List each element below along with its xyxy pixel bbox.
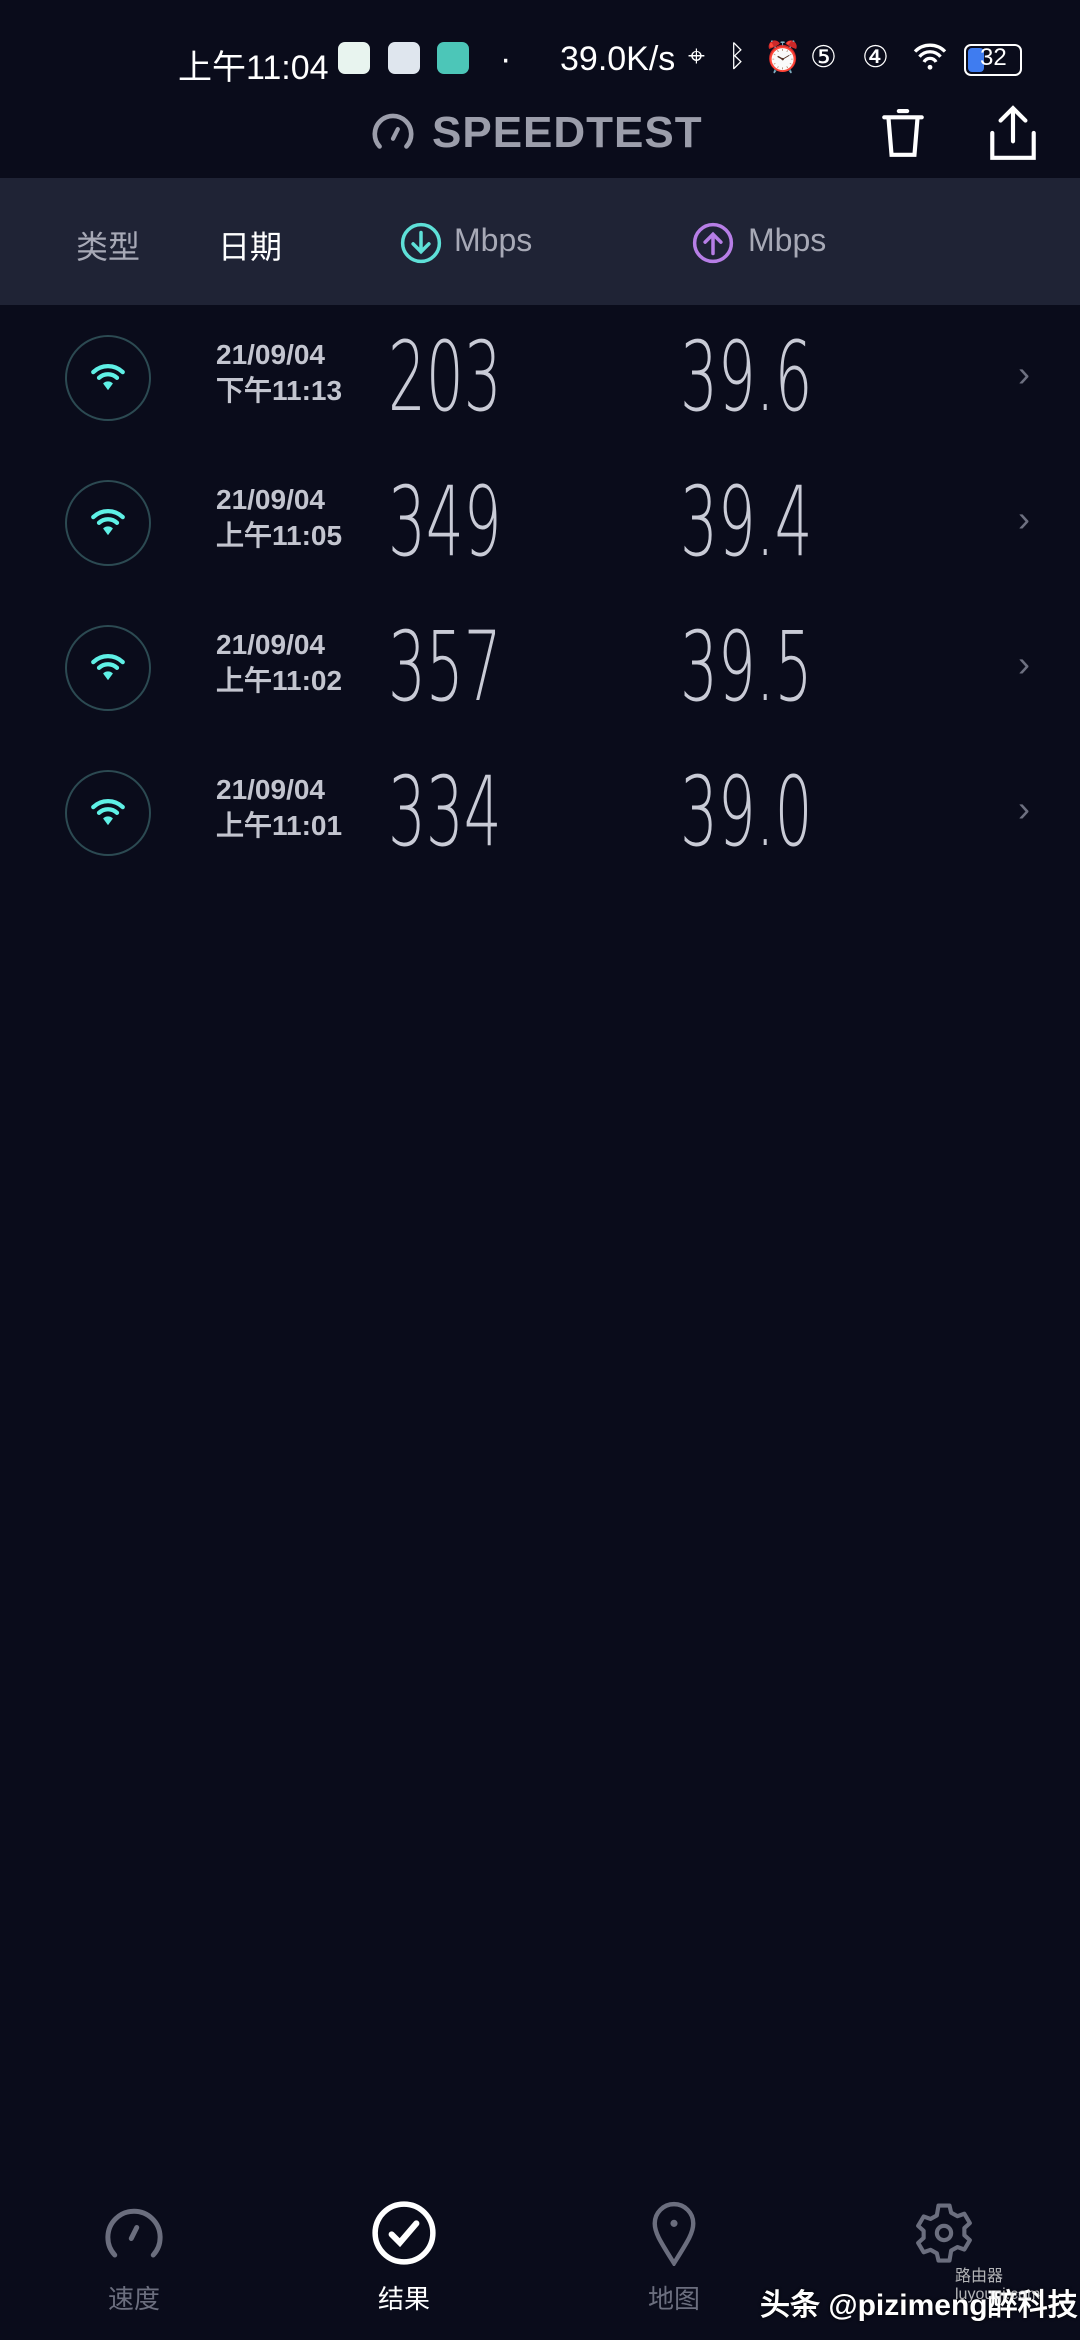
result-time: 上午11:05 bbox=[216, 520, 343, 551]
result-upload: 39.4 bbox=[680, 466, 813, 578]
result-row[interactable]: 21/09/04 上午11:05 349 39.4 › bbox=[0, 450, 1080, 595]
alarm-icon: ⏰ bbox=[764, 41, 802, 74]
location-icon: ⌖ bbox=[688, 40, 705, 73]
wifi-type-icon bbox=[65, 335, 151, 421]
result-download: 349 bbox=[388, 466, 502, 578]
nav-label: 地图 bbox=[647, 2284, 700, 2314]
result-row[interactable]: 21/09/04 上午11:01 334 39.0 › bbox=[0, 740, 1080, 885]
column-date[interactable]: 日期 bbox=[218, 222, 282, 268]
sim5-signal-icon: ⑤ bbox=[810, 41, 837, 74]
download-icon bbox=[400, 222, 442, 269]
result-time: 下午11:13 bbox=[216, 375, 343, 406]
result-download: 357 bbox=[388, 611, 502, 723]
column-download-mbps[interactable]: Mbps bbox=[454, 222, 532, 259]
chevron-right-icon[interactable]: › bbox=[1018, 643, 1030, 685]
chevron-right-icon[interactable]: › bbox=[1018, 788, 1030, 830]
nav-results[interactable]: 结果 bbox=[304, 2200, 504, 2316]
result-date: 21/09/04 bbox=[216, 774, 325, 805]
wifi-status-icon bbox=[912, 40, 948, 80]
result-download: 203 bbox=[388, 321, 502, 433]
speedometer-icon bbox=[105, 2208, 163, 2258]
result-row[interactable]: 21/09/04 上午11:02 357 39.5 › bbox=[0, 595, 1080, 740]
nav-label: 结果 bbox=[377, 2284, 430, 2314]
upload-icon bbox=[692, 222, 734, 269]
speedometer-icon bbox=[370, 110, 416, 161]
wifi-type-icon bbox=[65, 770, 151, 856]
status-dot: · bbox=[500, 40, 512, 78]
trash-button[interactable] bbox=[878, 106, 928, 167]
page-title: SPEEDTEST bbox=[432, 108, 703, 157]
result-time: 上午11:02 bbox=[216, 665, 343, 696]
result-date: 21/09/04 bbox=[216, 339, 325, 370]
check-circle-icon bbox=[372, 2201, 436, 2265]
wechat-app-icon bbox=[338, 42, 370, 74]
result-date: 21/09/04 bbox=[216, 629, 325, 660]
result-upload: 39.6 bbox=[680, 321, 813, 433]
column-upload-mbps[interactable]: Mbps bbox=[748, 222, 826, 259]
result-row[interactable]: 21/09/04 下午11:13 203 39.6 › bbox=[0, 305, 1080, 450]
result-date: 21/09/04 bbox=[216, 484, 325, 515]
column-header-bar: 类型 日期 Mbps Mbps bbox=[0, 178, 1080, 305]
nav-label: 速度 bbox=[107, 2284, 160, 2314]
nav-map[interactable]: 地图 bbox=[574, 2200, 774, 2316]
share-button[interactable] bbox=[988, 104, 1038, 167]
network-speed: 39.0K/s bbox=[560, 40, 676, 78]
result-time: 上午11:01 bbox=[216, 810, 343, 841]
watermark-logo: 路由器 luyouqi.com bbox=[955, 2268, 1041, 2303]
chevron-right-icon[interactable]: › bbox=[1018, 353, 1030, 395]
result-upload: 39.5 bbox=[680, 611, 813, 723]
nav-speed[interactable]: 速度 bbox=[34, 2200, 234, 2316]
wifi-type-icon bbox=[65, 480, 151, 566]
result-upload: 39.0 bbox=[680, 756, 813, 868]
navigation-app-icon bbox=[437, 42, 469, 74]
wifi-type-icon bbox=[65, 625, 151, 711]
gear-icon bbox=[916, 2203, 972, 2263]
map-pin-icon bbox=[652, 2202, 696, 2268]
bluetooth-icon: ᛒ bbox=[728, 40, 746, 73]
battery-level: 32 bbox=[980, 44, 1007, 71]
clock-app-icon bbox=[388, 42, 420, 74]
sim4-signal-icon: ④ bbox=[862, 41, 889, 74]
battery-icon: 32 bbox=[964, 44, 1022, 76]
column-type[interactable]: 类型 bbox=[76, 222, 140, 268]
result-download: 334 bbox=[388, 756, 502, 868]
status-time: 上午11:04 bbox=[178, 49, 329, 87]
chevron-right-icon[interactable]: › bbox=[1018, 498, 1030, 540]
